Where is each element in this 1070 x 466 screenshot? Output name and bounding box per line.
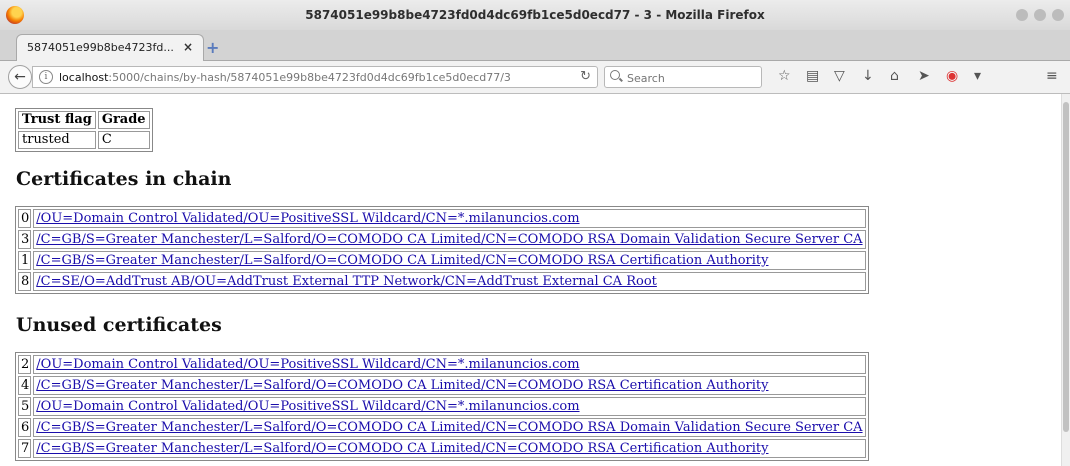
home-icon[interactable]: ⌂ bbox=[890, 68, 899, 84]
bookmark-star-icon[interactable]: ☆ bbox=[778, 68, 791, 84]
vertical-scrollbar[interactable] bbox=[1061, 94, 1070, 466]
cert-cell: /OU=Domain Control Validated/OU=Positive… bbox=[33, 209, 866, 228]
cert-cell: /C=GB/S=Greater Manchester/L=Salford/O=C… bbox=[33, 251, 866, 270]
reader-list-icon[interactable]: ▤ bbox=[806, 68, 819, 84]
cert-index: 3 bbox=[18, 230, 32, 249]
window-controls bbox=[1016, 9, 1064, 21]
cert-index: 8 bbox=[18, 272, 32, 291]
back-arrow-icon[interactable]: ← bbox=[8, 65, 32, 89]
new-tab-icon[interactable]: + bbox=[206, 38, 219, 57]
tab-label: 5874051e99b8be4723fd... bbox=[27, 41, 174, 54]
trust-flag-value: trusted bbox=[18, 131, 96, 149]
close-window-icon[interactable] bbox=[1052, 9, 1064, 21]
cert-cell: /C=GB/S=Greater Manchester/L=Salford/O=C… bbox=[33, 376, 866, 395]
cert-link[interactable]: /C=GB/S=Greater Manchester/L=Salford/O=C… bbox=[36, 420, 862, 435]
minimize-icon[interactable] bbox=[1016, 9, 1028, 21]
cert-cell: /OU=Domain Control Validated/OU=Positive… bbox=[33, 397, 866, 416]
unused-section-title: Unused certificates bbox=[16, 314, 222, 336]
table-row: 4/C=GB/S=Greater Manchester/L=Salford/O=… bbox=[18, 376, 866, 395]
browser-tab[interactable]: 5874051e99b8be4723fd... × bbox=[16, 34, 204, 61]
window-title: 5874051e99b8be4723fd0d4dc69fb1ce5d0ecd77… bbox=[305, 8, 765, 22]
cert-link[interactable]: /OU=Domain Control Validated/OU=Positive… bbox=[36, 211, 579, 226]
tab-close-icon[interactable]: × bbox=[183, 40, 193, 54]
tab-strip: 5874051e99b8be4723fd... × + bbox=[0, 30, 1070, 61]
table-row: 2/OU=Domain Control Validated/OU=Positiv… bbox=[18, 355, 866, 374]
scrollbar-thumb[interactable] bbox=[1063, 102, 1069, 432]
search-icon bbox=[610, 70, 620, 80]
grade-header: Grade bbox=[97, 111, 150, 129]
table-row: 7/C=GB/S=Greater Manchester/L=Salford/O=… bbox=[18, 439, 866, 458]
chain-section-title: Certificates in chain bbox=[16, 168, 232, 190]
table-row: 0/OU=Domain Control Validated/OU=Positiv… bbox=[18, 209, 866, 228]
table-row: 5/OU=Domain Control Validated/OU=Positiv… bbox=[18, 397, 866, 416]
cert-link[interactable]: /C=GB/S=Greater Manchester/L=Salford/O=C… bbox=[36, 232, 862, 247]
cert-cell: /C=GB/S=Greater Manchester/L=Salford/O=C… bbox=[33, 418, 866, 437]
cert-link[interactable]: /C=GB/S=Greater Manchester/L=Salford/O=C… bbox=[36, 378, 768, 393]
cert-link[interactable]: /C=GB/S=Greater Manchester/L=Salford/O=C… bbox=[36, 441, 768, 456]
cert-index: 7 bbox=[18, 439, 32, 458]
reload-icon[interactable]: ↻ bbox=[580, 69, 591, 84]
cert-link[interactable]: /OU=Domain Control Validated/OU=Positive… bbox=[36, 399, 579, 414]
cert-cell: /C=GB/S=Greater Manchester/L=Salford/O=C… bbox=[33, 230, 866, 249]
url-host: localhost bbox=[59, 71, 109, 84]
menu-hamburger-icon[interactable]: ≡ bbox=[1046, 68, 1058, 84]
addon-block-icon[interactable]: ◉ bbox=[946, 68, 958, 84]
trust-table-header: Trust flag Grade bbox=[18, 111, 150, 129]
cert-link[interactable]: /OU=Domain Control Validated/OU=Positive… bbox=[36, 357, 579, 372]
trust-table-row: trusted C bbox=[18, 131, 150, 149]
cert-index: 6 bbox=[18, 418, 32, 437]
table-row: 3/C=GB/S=Greater Manchester/L=Salford/O=… bbox=[18, 230, 866, 249]
page-content: Trust flag Grade trusted C Certificates … bbox=[0, 94, 1062, 466]
url-path: :5000/chains/by-hash/5874051e99b8be4723f… bbox=[108, 71, 511, 84]
table-row: 1/C=GB/S=Greater Manchester/L=Salford/O=… bbox=[18, 251, 866, 270]
trust-table: Trust flag Grade trusted C bbox=[15, 108, 153, 152]
cert-cell: /C=SE/O=AddTrust AB/OU=AddTrust External… bbox=[33, 272, 866, 291]
cert-index: 5 bbox=[18, 397, 32, 416]
cert-index: 2 bbox=[18, 355, 32, 374]
cert-cell: /OU=Domain Control Validated/OU=Positive… bbox=[33, 355, 866, 374]
maximize-icon[interactable] bbox=[1034, 9, 1046, 21]
url-text[interactable]: localhost:5000/chains/by-hash/5874051e99… bbox=[59, 71, 511, 84]
grade-value: C bbox=[97, 131, 150, 149]
url-bar[interactable]: i localhost:5000/chains/by-hash/5874051e… bbox=[32, 66, 598, 88]
chain-certificates-table: 0/OU=Domain Control Validated/OU=Positiv… bbox=[15, 206, 869, 294]
download-icon[interactable]: ↓ bbox=[862, 68, 874, 84]
table-row: 6/C=GB/S=Greater Manchester/L=Salford/O=… bbox=[18, 418, 866, 437]
trust-flag-header: Trust flag bbox=[18, 111, 96, 129]
send-icon[interactable]: ➤ bbox=[918, 68, 930, 84]
search-input[interactable] bbox=[625, 69, 759, 87]
site-info-icon[interactable]: i bbox=[39, 70, 53, 84]
cert-index: 0 bbox=[18, 209, 32, 228]
navigation-bar: ← i localhost:5000/chains/by-hash/587405… bbox=[0, 61, 1070, 94]
cert-link[interactable]: /C=SE/O=AddTrust AB/OU=AddTrust External… bbox=[36, 274, 657, 289]
cert-index: 1 bbox=[18, 251, 32, 270]
window-titlebar: 5874051e99b8be4723fd0d4dc69fb1ce5d0ecd77… bbox=[0, 0, 1070, 31]
unused-certificates-table: 2/OU=Domain Control Validated/OU=Positiv… bbox=[15, 352, 869, 461]
pocket-icon[interactable]: ▽ bbox=[834, 68, 845, 84]
cert-index: 4 bbox=[18, 376, 32, 395]
extension-dropdown-icon[interactable]: ▾ bbox=[974, 68, 981, 84]
search-bar[interactable] bbox=[604, 66, 762, 88]
cert-cell: /C=GB/S=Greater Manchester/L=Salford/O=C… bbox=[33, 439, 866, 458]
cert-link[interactable]: /C=GB/S=Greater Manchester/L=Salford/O=C… bbox=[36, 253, 768, 268]
table-row: 8/C=SE/O=AddTrust AB/OU=AddTrust Externa… bbox=[18, 272, 866, 291]
